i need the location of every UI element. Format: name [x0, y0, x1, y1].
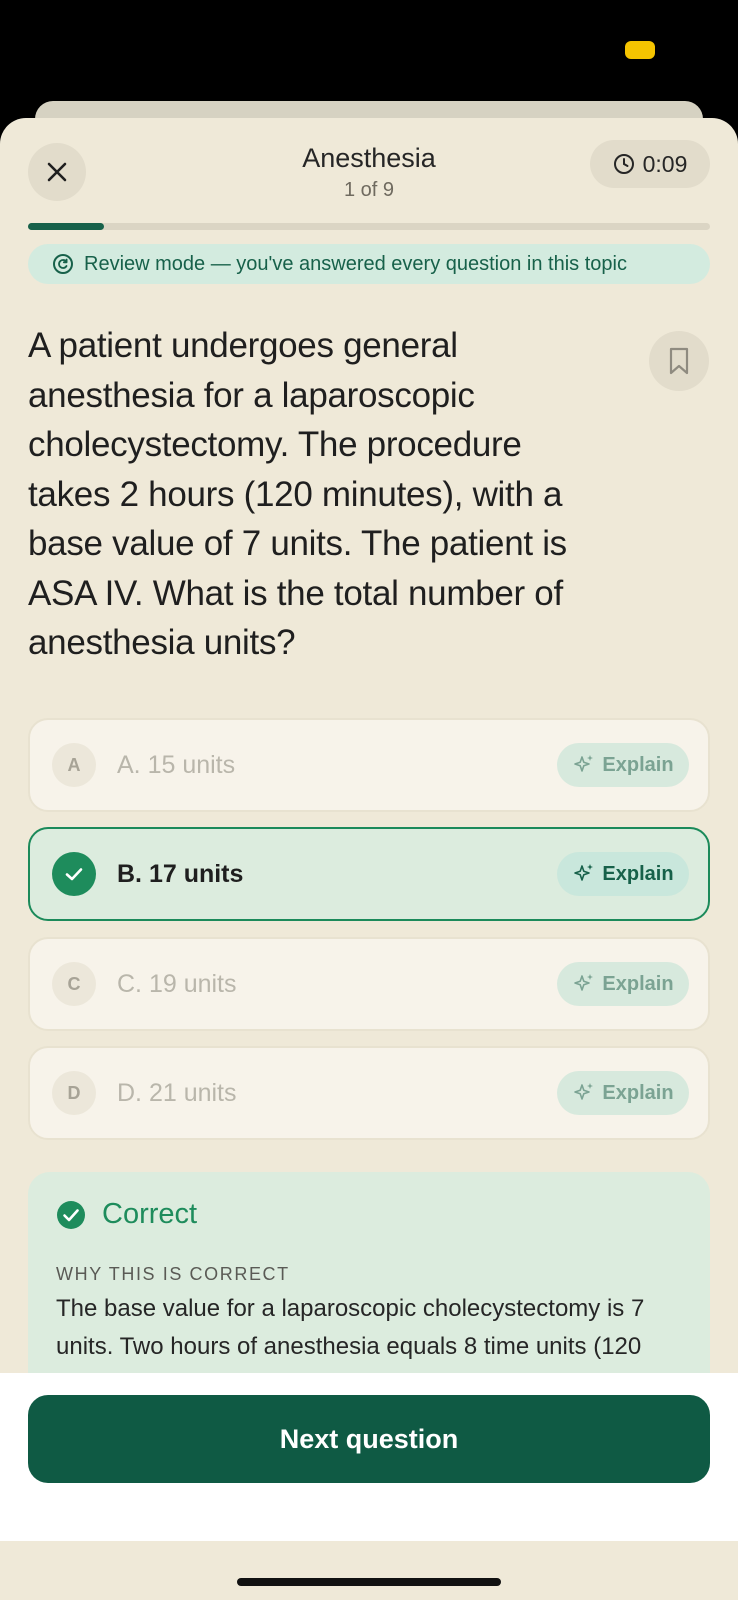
timer-value: 0:09 — [642, 150, 688, 177]
question-text: A patient undergoes general anesthesia f… — [28, 326, 567, 662]
option-letter: D — [52, 1071, 96, 1115]
sparkle-icon — [574, 1083, 594, 1100]
topic-title: Anesthesia — [302, 143, 436, 173]
sparkle-icon — [574, 755, 594, 772]
option-text: D. 21 units — [117, 1079, 237, 1107]
option-letter: A — [52, 743, 96, 787]
progress-fill — [28, 223, 104, 230]
check-circle-icon — [57, 1200, 85, 1229]
review-icon — [53, 254, 73, 274]
explain-label: Explain — [602, 753, 674, 776]
explain-button[interactable]: Explain — [557, 962, 689, 1006]
next-question-button[interactable]: Next question — [28, 1395, 710, 1483]
checkmark-icon — [65, 868, 83, 881]
status-indicator — [625, 41, 655, 59]
option-text: A. 15 units — [117, 751, 236, 779]
review-mode-text: Review mode — you've answered every ques… — [84, 252, 627, 275]
answer-option-b[interactable]: B. 17 units Explain — [28, 827, 710, 921]
sparkle-icon — [574, 864, 594, 881]
option-check — [52, 852, 96, 896]
explanation-label: WHY THIS IS CORRECT — [56, 1264, 290, 1284]
close-button[interactable] — [28, 143, 86, 201]
explain-label: Explain — [602, 972, 674, 995]
progress-bar — [28, 223, 710, 230]
option-text: C. 19 units — [117, 970, 237, 998]
explain-button[interactable]: Explain — [557, 1071, 689, 1115]
header-title-block: Anesthesia 1 of 9 — [169, 140, 569, 204]
answer-option-c[interactable]: C C. 19 units Explain — [28, 937, 710, 1031]
timer: 0:09 — [590, 140, 710, 188]
explain-button[interactable]: Explain — [557, 743, 689, 787]
home-area — [0, 1541, 738, 1600]
review-mode-banner: Review mode — you've answered every ques… — [28, 244, 710, 284]
answer-option-d[interactable]: D D. 21 units Explain — [28, 1046, 710, 1140]
explain-button[interactable]: Explain — [557, 852, 689, 896]
answer-option-a[interactable]: A A. 15 units Explain — [28, 718, 710, 812]
close-icon — [47, 162, 67, 182]
option-letter: C — [52, 962, 96, 1006]
explain-label: Explain — [602, 862, 674, 885]
bookmark-icon — [669, 347, 689, 375]
option-text: B. 17 units — [117, 860, 244, 888]
sparkle-icon — [574, 974, 594, 991]
question-counter: 1 of 9 — [343, 179, 395, 201]
feedback-header: Correct — [56, 1198, 197, 1231]
home-indicator[interactable] — [237, 1578, 501, 1586]
bookmark-button[interactable] — [649, 331, 709, 391]
explain-label: Explain — [602, 1081, 674, 1104]
feedback-status: Correct — [102, 1198, 198, 1230]
bottom-action-bar: Next question — [0, 1373, 738, 1541]
clock-icon — [613, 154, 634, 174]
